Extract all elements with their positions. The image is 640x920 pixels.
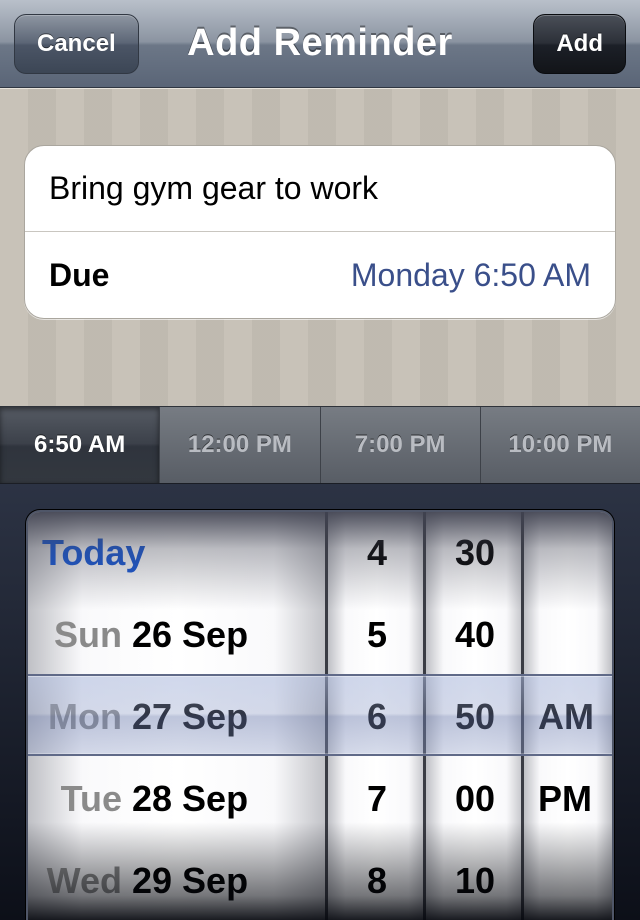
preset-1[interactable]: 12:00 PM — [160, 407, 320, 483]
picker-item: 10 — [426, 840, 524, 920]
picker-item: 7 — [328, 758, 426, 840]
picker-item: 6 — [328, 676, 426, 758]
page-title: Add Reminder — [187, 22, 453, 65]
picker-dow: Tue — [42, 778, 122, 820]
picker-item: Today — [28, 512, 328, 594]
preset-2[interactable]: 7:00 PM — [321, 407, 481, 483]
picker-item: Mon27 Sep — [28, 676, 328, 758]
reminder-title-row[interactable] — [25, 146, 615, 232]
picker-ampm-column[interactable]: AMPM — [524, 512, 612, 920]
navbar: Cancel Add Reminder Add — [0, 0, 640, 88]
preset-3[interactable]: 10:00 PM — [481, 407, 640, 483]
picker-item: 8 — [328, 840, 426, 920]
preset-0-label: 6:50 AM — [34, 431, 125, 459]
preset-3-label: 10:00 PM — [508, 431, 612, 459]
picker-item: 50 — [426, 676, 524, 758]
time-presets: 6:50 AM 12:00 PM 7:00 PM 10:00 PM — [0, 406, 640, 484]
due-label: Due — [49, 257, 109, 294]
preset-2-label: 7:00 PM — [355, 431, 446, 459]
picker-date-label: 26 Sep — [132, 614, 248, 656]
reminder-card: Due Monday 6:50 AM — [24, 145, 616, 319]
add-button[interactable]: Add — [533, 14, 626, 74]
picker-item: PM — [524, 758, 612, 840]
datetime-picker: TodaySun26 SepMon27 SepTue28 SepWed29 Se… — [26, 510, 614, 920]
picker-dow: Wed — [42, 860, 122, 902]
picker-date-column[interactable]: TodaySun26 SepMon27 SepTue28 SepWed29 Se… — [28, 512, 328, 920]
due-row[interactable]: Due Monday 6:50 AM — [25, 232, 615, 318]
picker-date-label: 28 Sep — [132, 778, 248, 820]
cancel-button[interactable]: Cancel — [14, 14, 139, 74]
picker-date-label: 27 Sep — [132, 696, 248, 738]
picker-item: 30 — [426, 512, 524, 594]
picker-item: Sun26 Sep — [28, 594, 328, 676]
content-area: Due Monday 6:50 AM — [0, 88, 640, 406]
picker-minute-column[interactable]: 3040500010 — [426, 512, 524, 920]
due-value: Monday 6:50 AM — [351, 257, 591, 294]
cancel-button-label: Cancel — [37, 30, 116, 58]
picker-dow: Mon — [42, 696, 122, 738]
picker-item: Wed29 Sep — [28, 840, 328, 920]
picker-item: AM — [524, 676, 612, 758]
preset-1-label: 12:00 PM — [188, 431, 292, 459]
picker-item: 00 — [426, 758, 524, 840]
picker-dow: Sun — [42, 614, 122, 656]
picker-date-label: 29 Sep — [132, 860, 248, 902]
picker-item: 5 — [328, 594, 426, 676]
picker-item: 40 — [426, 594, 524, 676]
preset-0[interactable]: 6:50 AM — [0, 407, 160, 483]
picker-area: TodaySun26 SepMon27 SepTue28 SepWed29 Se… — [0, 484, 640, 920]
picker-item: 4 — [328, 512, 426, 594]
picker-item: Tue28 Sep — [28, 758, 328, 840]
reminder-title-input[interactable] — [49, 170, 591, 207]
add-button-label: Add — [556, 30, 603, 58]
picker-hour-column[interactable]: 45678 — [328, 512, 426, 920]
